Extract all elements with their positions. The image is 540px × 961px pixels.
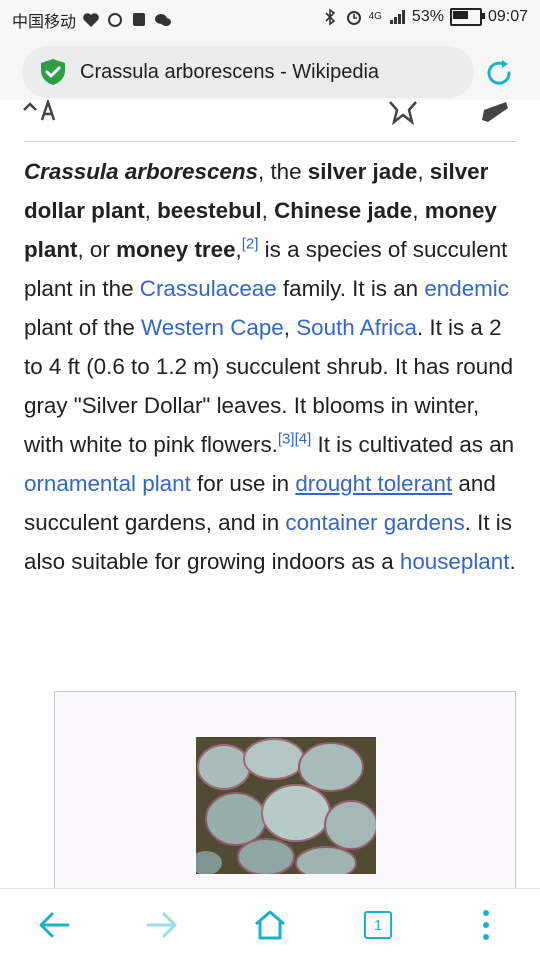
page-title: Crassula arborescens - Wikipedia <box>80 60 380 83</box>
status-right: 4G 53% 09:07 <box>321 8 528 26</box>
link-houseplant[interactable]: houseplant <box>400 549 510 574</box>
alarm-icon <box>346 11 361 25</box>
text: , <box>283 315 297 340</box>
link-container-gardens[interactable]: container gardens <box>285 510 464 535</box>
alt-name: silver jade <box>307 159 418 184</box>
text: , <box>417 159 430 184</box>
more-menu-icon <box>483 910 489 940</box>
article-toolbar <box>0 100 540 142</box>
link-ornamental-plant[interactable]: ornamental plant <box>24 471 191 496</box>
text: family. It is an <box>276 276 425 301</box>
text: . <box>509 549 516 574</box>
link-drought-tolerant[interactable]: drought tolerant <box>295 471 452 496</box>
back-button[interactable] <box>34 905 74 945</box>
clock: 09:07 <box>487 8 528 25</box>
text: , the <box>258 159 308 184</box>
article-lead-paragraph: Crassula arborescens, the silver jade, s… <box>24 152 516 581</box>
menu-button[interactable] <box>466 905 506 945</box>
divider <box>24 141 516 142</box>
address-bar: Crassula arborescens - Wikipedia <box>0 36 540 108</box>
tab-count: 1 <box>373 916 383 934</box>
infobox-figure <box>54 691 516 903</box>
forward-button[interactable] <box>142 905 182 945</box>
secure-shield-icon <box>41 59 65 85</box>
alt-name: beestebul <box>157 198 262 223</box>
status-left: 中国移动 <box>12 8 172 32</box>
bottom-navigation: 1 <box>0 888 540 961</box>
citation-link[interactable]: [4] <box>295 431 312 448</box>
back-arrow-icon <box>39 912 70 938</box>
plant-photo[interactable] <box>196 737 376 874</box>
signal-icon <box>389 10 405 24</box>
home-button[interactable] <box>250 905 290 945</box>
network-type: 4G <box>368 11 382 22</box>
citation-link[interactable]: [3] <box>278 431 295 448</box>
text: , <box>412 198 425 223</box>
tabs-button[interactable]: 1 <box>358 905 398 945</box>
battery-percent: 53% <box>411 8 444 25</box>
edit-pencil-icon[interactable] <box>478 100 510 124</box>
text: , or <box>77 237 117 262</box>
heart-monitor-icon <box>83 13 99 27</box>
link-crassulaceae[interactable]: Crassulaceae <box>140 276 277 301</box>
text: for use in <box>190 471 296 496</box>
wechat-icon <box>155 14 172 26</box>
link-endemic[interactable]: endemic <box>424 276 509 301</box>
status-bar: 中国移动 4G 53% 09:07 <box>0 0 540 36</box>
sync-icon <box>108 13 123 27</box>
text: , <box>144 198 158 223</box>
language-icon[interactable] <box>22 100 62 122</box>
text: plant of the <box>24 315 142 340</box>
bluetooth-icon <box>325 8 335 26</box>
watch-star-icon[interactable] <box>388 100 418 126</box>
carrier-label: 中国移动 <box>12 14 77 31</box>
reload-icon[interactable] <box>482 56 516 90</box>
article-subject: Crassula arborescens <box>24 159 258 184</box>
location-icon <box>133 13 146 26</box>
tabs-icon: 1 <box>364 911 392 939</box>
battery-icon <box>449 8 485 26</box>
citation-link[interactable]: [2] <box>242 236 259 253</box>
home-icon <box>255 910 285 940</box>
text: It is cultivated as an <box>311 432 515 457</box>
link-western-cape[interactable]: Western Cape <box>141 315 284 340</box>
alt-name: money tree <box>116 237 236 262</box>
url-field[interactable]: Crassula arborescens - Wikipedia <box>22 46 474 98</box>
link-south-africa[interactable]: South Africa <box>296 315 417 340</box>
text: , <box>261 198 275 223</box>
alt-name: Chinese jade <box>274 198 413 223</box>
forward-arrow-icon <box>146 912 177 938</box>
